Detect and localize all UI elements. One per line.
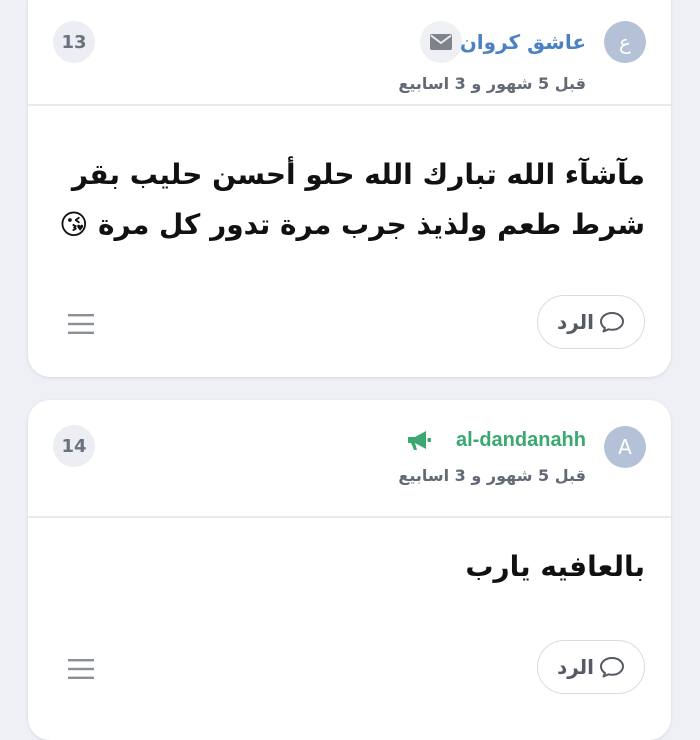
reply-button[interactable]: الرد	[537, 295, 645, 349]
post-text-line: مآشآء الله تبارك الله حلو أحسن حليب بقر	[71, 158, 645, 191]
message-button[interactable]	[420, 21, 462, 63]
post-body: بالعافيه يارب	[52, 542, 645, 592]
post-number-badge[interactable]: 13	[53, 21, 95, 63]
post-card: A al-dandanahh قبل 5 شهور و 3 اسابيع 14 …	[28, 400, 671, 740]
post-timestamp: قبل 5 شهور و 3 اسابيع	[398, 466, 586, 485]
avatar[interactable]: ع	[604, 21, 646, 63]
reply-button[interactable]: الرد	[537, 640, 645, 694]
hamburger-menu-icon	[68, 314, 94, 334]
speech-bubble-icon	[600, 312, 625, 333]
envelope-icon	[430, 34, 452, 50]
post-card: ع عاشق كروان قبل 5 شهور و 3 اسابيع 13 مآ…	[28, 0, 671, 377]
post-text-line: شرط طعم ولذيذ جرب مرة تدور كل مرة 😘	[59, 208, 645, 241]
username-link[interactable]: عاشق كروان	[460, 30, 586, 54]
post-text-line: بالعافيه يارب	[465, 550, 645, 583]
username-link[interactable]: al-dandanahh	[456, 429, 586, 452]
hamburger-menu-icon	[68, 659, 94, 679]
speech-bubble-icon	[600, 657, 625, 678]
avatar[interactable]: A	[604, 426, 646, 468]
post-menu-button[interactable]	[68, 659, 94, 683]
post-timestamp: قبل 5 شهور و 3 اسابيع	[398, 74, 586, 93]
megaphone-icon	[408, 431, 431, 450]
reply-label: الرد	[556, 655, 595, 679]
post-header: A al-dandanahh قبل 5 شهور و 3 اسابيع 14	[28, 400, 671, 518]
post-body: مآشآء الله تبارك الله حلو أحسن حليب بقر …	[52, 150, 645, 250]
post-header: ع عاشق كروان قبل 5 شهور و 3 اسابيع 13	[28, 0, 671, 106]
reply-label: الرد	[556, 310, 595, 334]
megaphone-badge	[406, 430, 432, 456]
post-number-badge[interactable]: 14	[53, 425, 95, 467]
post-menu-button[interactable]	[68, 314, 94, 338]
